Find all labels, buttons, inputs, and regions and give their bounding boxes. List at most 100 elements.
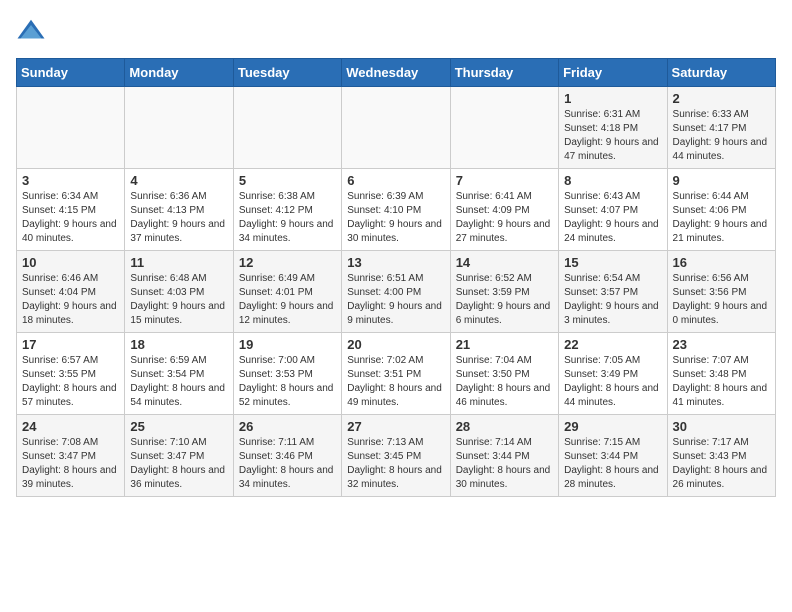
day-number: 27 (347, 419, 444, 434)
day-info: Sunrise: 6:41 AM Sunset: 4:09 PM Dayligh… (456, 190, 553, 246)
day-number: 19 (239, 337, 336, 352)
day-number: 24 (22, 419, 119, 434)
day-info: Sunrise: 6:31 AM Sunset: 4:18 PM Dayligh… (564, 108, 661, 164)
day-header-wednesday: Wednesday (342, 59, 450, 87)
calendar-cell: 2 Sunrise: 6:33 AM Sunset: 4:17 PM Daylig… (667, 87, 775, 169)
day-info: Sunrise: 6:57 AM Sunset: 3:55 PM Dayligh… (22, 354, 119, 410)
day-number: 2 (673, 91, 770, 106)
day-info: Sunrise: 7:11 AM Sunset: 3:46 PM Dayligh… (239, 436, 336, 492)
day-header-sunday: Sunday (17, 59, 125, 87)
day-info: Sunrise: 6:44 AM Sunset: 4:06 PM Dayligh… (673, 190, 770, 246)
calendar-cell: 12 Sunrise: 6:49 AM Sunset: 4:01 PM Dayli… (233, 251, 341, 333)
logo (16, 16, 50, 46)
calendar-cell: 13 Sunrise: 6:51 AM Sunset: 4:00 PM Dayli… (342, 251, 450, 333)
calendar-cell: 15 Sunrise: 6:54 AM Sunset: 3:57 PM Dayli… (559, 251, 667, 333)
calendar-cell: 16Sunrise: 6:56 AM Sunset: 3:56 PM Dayli… (667, 251, 775, 333)
day-number: 4 (130, 173, 227, 188)
calendar-cell (342, 87, 450, 169)
day-info: Sunrise: 6:38 AM Sunset: 4:12 PM Dayligh… (239, 190, 336, 246)
day-number: 11 (130, 255, 227, 270)
day-info: Sunrise: 7:07 AM Sunset: 3:48 PM Dayligh… (673, 354, 770, 410)
calendar-cell (450, 87, 558, 169)
day-info: Sunrise: 7:17 AM Sunset: 3:43 PM Dayligh… (673, 436, 770, 492)
week-row-2: 10 Sunrise: 6:46 AM Sunset: 4:04 PM Dayli… (17, 251, 776, 333)
day-number: 1 (564, 91, 661, 106)
day-info: Sunrise: 7:02 AM Sunset: 3:51 PM Dayligh… (347, 354, 444, 410)
day-number: 29 (564, 419, 661, 434)
day-number: 10 (22, 255, 119, 270)
day-header-saturday: Saturday (667, 59, 775, 87)
day-number: 6 (347, 173, 444, 188)
day-info: Sunrise: 6:33 AM Sunset: 4:17 PM Dayligh… (673, 108, 770, 164)
day-info: Sunrise: 6:39 AM Sunset: 4:10 PM Dayligh… (347, 190, 444, 246)
calendar-cell: 25 Sunrise: 7:10 AM Sunset: 3:47 PM Dayli… (125, 415, 233, 497)
calendar-cell: 29 Sunrise: 7:15 AM Sunset: 3:44 PM Dayli… (559, 415, 667, 497)
day-info: Sunrise: 7:05 AM Sunset: 3:49 PM Dayligh… (564, 354, 661, 410)
calendar-cell: 28 Sunrise: 7:14 AM Sunset: 3:44 PM Dayli… (450, 415, 558, 497)
day-info: Sunrise: 6:43 AM Sunset: 4:07 PM Dayligh… (564, 190, 661, 246)
day-number: 28 (456, 419, 553, 434)
day-number: 22 (564, 337, 661, 352)
calendar-cell: 30Sunrise: 7:17 AM Sunset: 3:43 PM Dayli… (667, 415, 775, 497)
day-header-monday: Monday (125, 59, 233, 87)
day-number: 26 (239, 419, 336, 434)
day-number: 12 (239, 255, 336, 270)
day-number: 14 (456, 255, 553, 270)
day-number: 15 (564, 255, 661, 270)
calendar-cell: 5 Sunrise: 6:38 AM Sunset: 4:12 PM Daylig… (233, 169, 341, 251)
day-headers-row: SundayMondayTuesdayWednesdayThursdayFrid… (17, 59, 776, 87)
week-row-4: 24 Sunrise: 7:08 AM Sunset: 3:47 PM Dayli… (17, 415, 776, 497)
day-number: 13 (347, 255, 444, 270)
day-info: Sunrise: 7:04 AM Sunset: 3:50 PM Dayligh… (456, 354, 553, 410)
day-info: Sunrise: 6:46 AM Sunset: 4:04 PM Dayligh… (22, 272, 119, 328)
day-number: 23 (673, 337, 770, 352)
day-info: Sunrise: 6:48 AM Sunset: 4:03 PM Dayligh… (130, 272, 227, 328)
day-number: 17 (22, 337, 119, 352)
calendar-cell: 26 Sunrise: 7:11 AM Sunset: 3:46 PM Dayli… (233, 415, 341, 497)
day-number: 5 (239, 173, 336, 188)
day-number: 25 (130, 419, 227, 434)
day-header-friday: Friday (559, 59, 667, 87)
day-info: Sunrise: 7:08 AM Sunset: 3:47 PM Dayligh… (22, 436, 119, 492)
week-row-0: 1 Sunrise: 6:31 AM Sunset: 4:18 PM Daylig… (17, 87, 776, 169)
day-info: Sunrise: 6:54 AM Sunset: 3:57 PM Dayligh… (564, 272, 661, 328)
calendar-cell (233, 87, 341, 169)
day-header-tuesday: Tuesday (233, 59, 341, 87)
day-info: Sunrise: 6:51 AM Sunset: 4:00 PM Dayligh… (347, 272, 444, 328)
day-info: Sunrise: 7:14 AM Sunset: 3:44 PM Dayligh… (456, 436, 553, 492)
calendar-cell: 9 Sunrise: 6:44 AM Sunset: 4:06 PM Daylig… (667, 169, 775, 251)
day-number: 9 (673, 173, 770, 188)
day-number: 3 (22, 173, 119, 188)
calendar-cell (17, 87, 125, 169)
page-header (16, 16, 776, 46)
calendar-table: SundayMondayTuesdayWednesdayThursdayFrid… (16, 58, 776, 497)
day-info: Sunrise: 7:00 AM Sunset: 3:53 PM Dayligh… (239, 354, 336, 410)
calendar-cell: 19 Sunrise: 7:00 AM Sunset: 3:53 PM Dayli… (233, 333, 341, 415)
day-info: Sunrise: 7:15 AM Sunset: 3:44 PM Dayligh… (564, 436, 661, 492)
calendar-cell: 22 Sunrise: 7:05 AM Sunset: 3:49 PM Dayli… (559, 333, 667, 415)
day-info: Sunrise: 6:59 AM Sunset: 3:54 PM Dayligh… (130, 354, 227, 410)
day-info: Sunrise: 6:34 AM Sunset: 4:15 PM Dayligh… (22, 190, 119, 246)
day-number: 20 (347, 337, 444, 352)
calendar-cell: 6 Sunrise: 6:39 AM Sunset: 4:10 PM Daylig… (342, 169, 450, 251)
calendar-cell: 20 Sunrise: 7:02 AM Sunset: 3:51 PM Dayli… (342, 333, 450, 415)
day-info: Sunrise: 6:56 AM Sunset: 3:56 PM Dayligh… (673, 272, 770, 328)
calendar-cell: 1 Sunrise: 6:31 AM Sunset: 4:18 PM Daylig… (559, 87, 667, 169)
calendar-cell: 11 Sunrise: 6:48 AM Sunset: 4:03 PM Dayli… (125, 251, 233, 333)
calendar-cell: 4 Sunrise: 6:36 AM Sunset: 4:13 PM Daylig… (125, 169, 233, 251)
calendar-cell: 21Sunrise: 7:04 AM Sunset: 3:50 PM Dayli… (450, 333, 558, 415)
calendar-cell: 8Sunrise: 6:43 AM Sunset: 4:07 PM Daylig… (559, 169, 667, 251)
day-number: 18 (130, 337, 227, 352)
day-header-thursday: Thursday (450, 59, 558, 87)
week-row-3: 17 Sunrise: 6:57 AM Sunset: 3:55 PM Dayli… (17, 333, 776, 415)
day-info: Sunrise: 6:36 AM Sunset: 4:13 PM Dayligh… (130, 190, 227, 246)
calendar-cell (125, 87, 233, 169)
calendar-cell: 24 Sunrise: 7:08 AM Sunset: 3:47 PM Dayli… (17, 415, 125, 497)
day-info: Sunrise: 6:52 AM Sunset: 3:59 PM Dayligh… (456, 272, 553, 328)
day-info: Sunrise: 7:10 AM Sunset: 3:47 PM Dayligh… (130, 436, 227, 492)
day-info: Sunrise: 7:13 AM Sunset: 3:45 PM Dayligh… (347, 436, 444, 492)
day-number: 7 (456, 173, 553, 188)
day-info: Sunrise: 6:49 AM Sunset: 4:01 PM Dayligh… (239, 272, 336, 328)
calendar-cell: 7 Sunrise: 6:41 AM Sunset: 4:09 PM Daylig… (450, 169, 558, 251)
calendar-cell: 10 Sunrise: 6:46 AM Sunset: 4:04 PM Dayli… (17, 251, 125, 333)
